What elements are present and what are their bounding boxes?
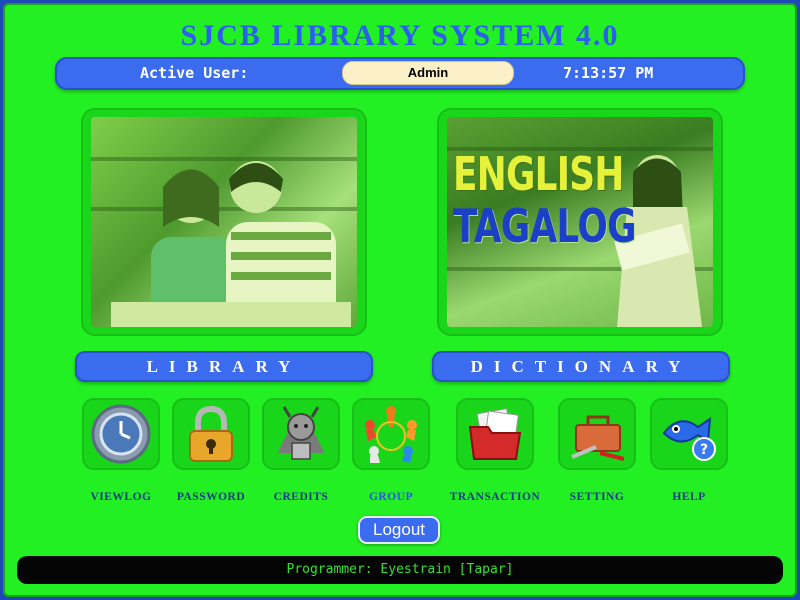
students-illustration [111,161,351,327]
password-tile[interactable] [172,398,250,470]
help-tile[interactable]: ? [650,398,728,470]
padlock-icon [189,405,233,462]
dictionary-reading-image: ENGLISH TAGALOG [447,117,713,327]
dictionary-button[interactable]: DICTIONARY [432,351,730,382]
active-user-field: Admin [342,61,514,85]
library-button[interactable]: LIBRARY [75,351,373,382]
setting-tile[interactable] [558,398,636,470]
toolbox-icon [571,415,625,461]
setting-label[interactable]: SETTING [547,491,647,503]
svg-text:?: ? [700,442,708,458]
folder-documents-icon [468,408,522,460]
footer-bar: Programmer: Eyestrain [Tapar] [17,556,783,584]
help-label[interactable]: HELP [639,491,739,503]
credits-tile[interactable] [262,398,340,470]
password-label[interactable]: PASSWORD [161,491,261,503]
status-bar: Active User: Admin 7:13:57 PM [55,57,745,90]
programmer-credit: Programmer: Eyestrain [Tapar] [286,562,514,577]
group-label[interactable]: GROUP [341,491,441,503]
viewlog-tile[interactable] [82,398,160,470]
fish-help-icon: ? [662,417,716,461]
goat-mascot-icon [278,406,324,460]
app-title: SJCB LIBRARY SYSTEM 4.0 [180,19,620,52]
transaction-label[interactable]: TRANSACTION [445,491,545,503]
clock: 7:13:57 PM [563,64,654,82]
logout-button[interactable]: Logout [358,516,440,544]
library-students-image [91,117,357,327]
tagalog-word: TAGALOG [453,199,637,253]
english-word: ENGLISH [453,147,624,201]
dictionary-photo-panel[interactable]: ENGLISH TAGALOG [437,108,723,336]
people-circle-icon [365,406,417,463]
credits-label[interactable]: CREDITS [251,491,351,503]
viewlog-label[interactable]: VIEWLOG [71,491,171,503]
library-photo-panel[interactable] [81,108,367,336]
active-user-label: Active User: [140,64,249,82]
group-tile[interactable] [352,398,430,470]
transaction-tile[interactable] [456,398,534,470]
clock-history-icon [91,404,151,464]
